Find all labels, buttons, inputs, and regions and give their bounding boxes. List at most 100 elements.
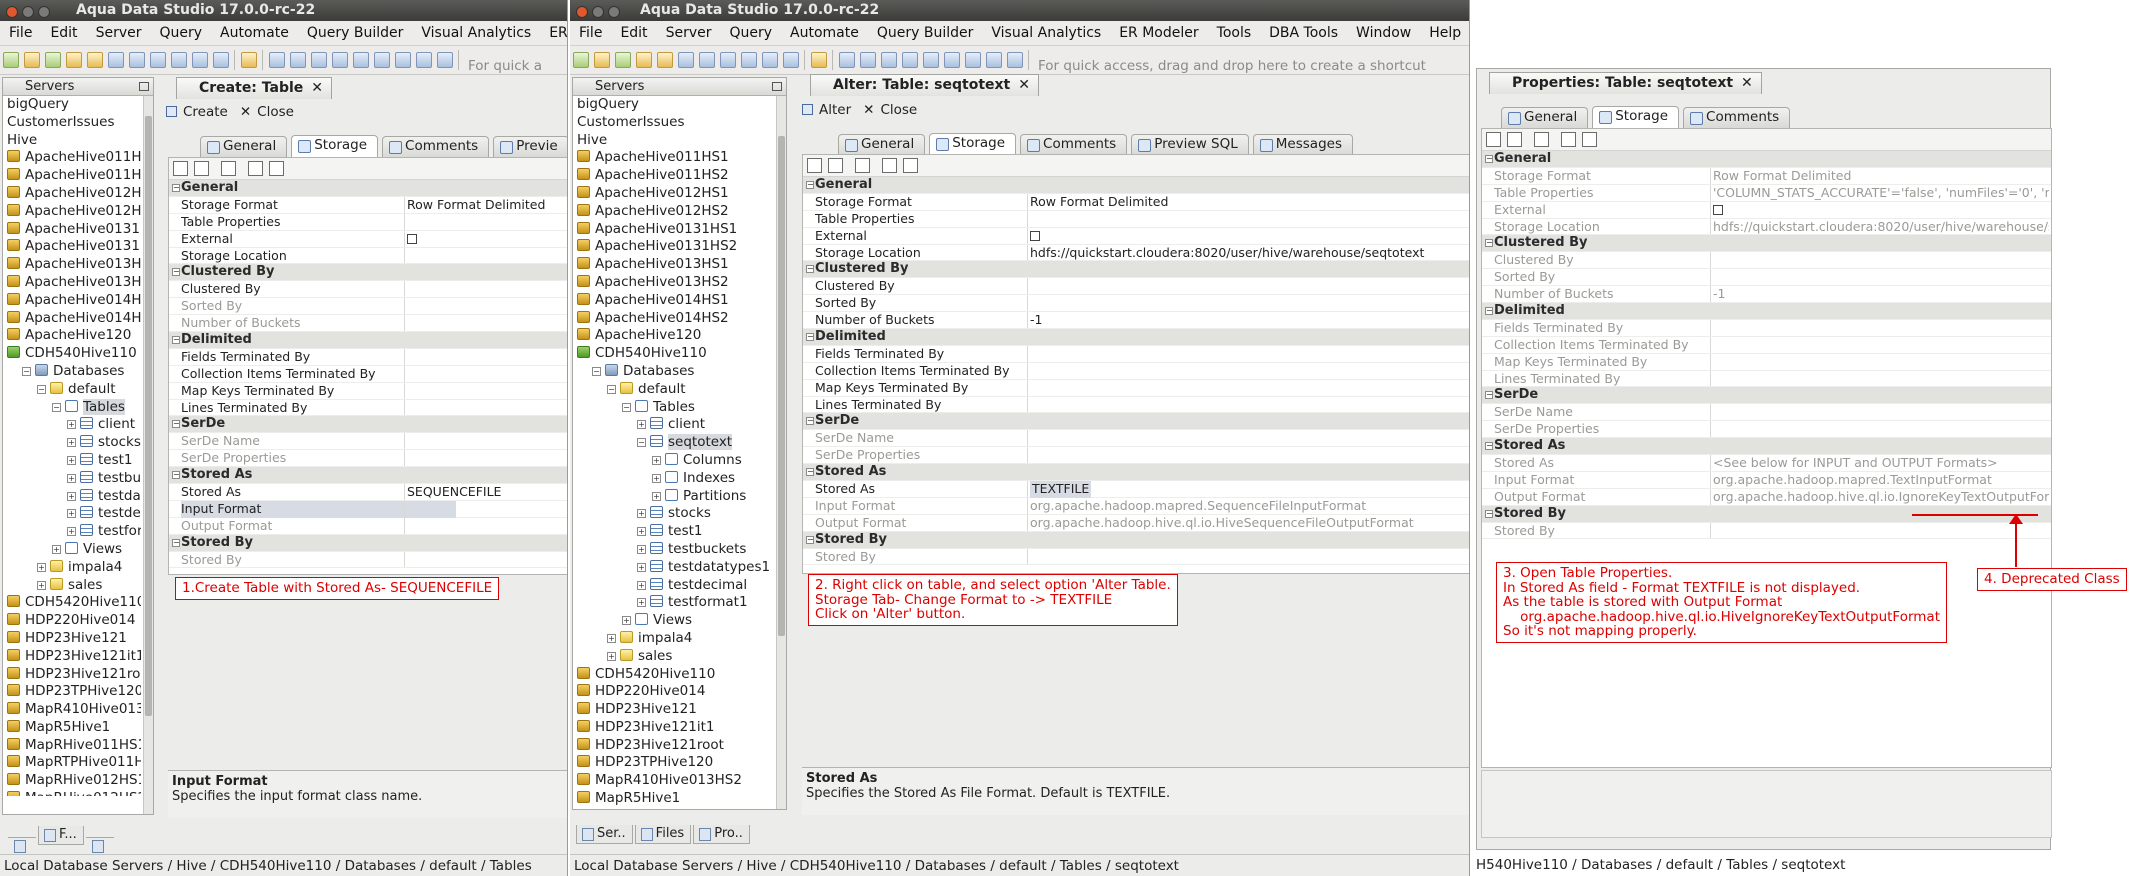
tree-item-apachehive013hs2[interactable]: ApacheHive013HS2 — [573, 274, 773, 292]
property-value[interactable] — [1713, 202, 2049, 220]
sort-icon[interactable] — [194, 161, 209, 176]
collapse-icon[interactable]: − — [1485, 442, 1493, 451]
alter-button[interactable]: Alter — [802, 102, 851, 118]
tree-item-default[interactable]: − default — [3, 381, 141, 399]
property-row[interactable]: Storage Format Row Format Delimited — [803, 193, 1469, 211]
collapse-icon[interactable]: − — [172, 184, 180, 192]
expand-toggle-icon[interactable]: + — [622, 616, 631, 626]
tree-item-apachehive012hs2[interactable]: ApacheHive012HS2 — [3, 203, 141, 221]
menu-visual-analytics[interactable]: Visual Analytics — [982, 21, 1110, 45]
tree-item-hdp220hive014[interactable]: HDP220Hive014 — [573, 683, 773, 701]
property-value[interactable]: org.apache.hadoop.hive.ql.io.IgnoreKeyTe… — [1713, 489, 2049, 506]
toolbar-button-icon[interactable] — [636, 52, 652, 68]
expand-toggle-icon[interactable]: − — [622, 402, 631, 412]
toolbar-button-icon[interactable] — [374, 52, 390, 68]
menu-edit[interactable]: Edit — [41, 21, 86, 45]
categorize-icon[interactable] — [807, 158, 822, 173]
tree-item-apachehive013hs2[interactable]: ApacheHive013HS2 — [3, 274, 141, 292]
property-row[interactable]: Input Format org.apache.hadoop.mapred.Seq… — [803, 497, 1469, 515]
menu-query-builder[interactable]: Query Builder — [868, 21, 983, 45]
property-row[interactable]: Sorted By — [803, 295, 1469, 313]
expand-toggle-icon[interactable]: + — [67, 527, 76, 537]
property-row[interactable]: External — [803, 227, 1469, 246]
tree-item-apachehive012hs2[interactable]: ApacheHive012HS2 — [573, 203, 773, 221]
checkbox[interactable] — [1030, 230, 1040, 241]
collapse-icon[interactable]: − — [806, 535, 814, 544]
property-row[interactable]: Output Format org.apache.hadoop.hive.ql.i… — [1482, 488, 2051, 506]
property-value[interactable] — [407, 231, 565, 249]
close-icon[interactable]: ✕ — [1018, 77, 1030, 93]
expand-toggle-icon[interactable]: + — [607, 633, 616, 643]
tree-item-views[interactable]: + Views — [3, 541, 141, 559]
dock-icon[interactable] — [139, 82, 149, 91]
toolbar-button-icon[interactable] — [332, 52, 348, 68]
tree-item-hdp23hive121[interactable]: HDP23Hive121 — [573, 701, 773, 719]
property-value[interactable] — [1030, 228, 1467, 246]
tree-item-mapr5hive1[interactable]: MapR5Hive1 — [3, 719, 141, 737]
collapse-icon[interactable]: − — [1485, 391, 1493, 400]
property-row[interactable]: Fields Terminated By — [803, 345, 1469, 363]
toolbar-button-icon[interactable] — [657, 52, 673, 68]
tree-item-databases[interactable]: − Databases — [3, 363, 141, 381]
toolbar-button-icon[interactable] — [395, 52, 411, 68]
expand-toggle-icon[interactable]: − — [37, 384, 46, 394]
property-row[interactable]: Stored As <See below for INPUT and OUTPUT… — [1482, 455, 2051, 472]
tree-item-stocks[interactable]: + stocks — [3, 434, 141, 452]
expand-toggle-icon[interactable]: + — [52, 544, 61, 554]
property-row[interactable]: Clustered By — [1482, 252, 2051, 270]
property-value[interactable]: <See below for INPUT and OUTPUT Formats> — [1713, 455, 2049, 472]
toolbar-button-icon[interactable] — [860, 52, 876, 68]
tree-item-mapr410hive013hs2[interactable]: MapR410Hive013HS2 — [573, 772, 773, 790]
collapse-icon[interactable]: − — [806, 265, 814, 274]
checkbox[interactable] — [407, 233, 417, 244]
toolbar-button-icon[interactable] — [3, 52, 19, 68]
tree-item-maprhive012hs2[interactable]: MapRHive012HS2 — [3, 790, 141, 796]
tree-item-apachehive0131hs2[interactable]: ApacheHive0131HS2 — [3, 238, 141, 256]
tree-item-apachehive014hs1[interactable]: ApacheHive014HS1 — [573, 292, 773, 310]
collapse-icon[interactable]: − — [172, 268, 180, 277]
property-category[interactable]: − Delimited — [803, 329, 1469, 346]
tree-item-default[interactable]: − default — [573, 381, 773, 399]
tab-comments[interactable]: Comments — [1020, 134, 1128, 155]
property-row[interactable]: Table Properties — [803, 210, 1469, 228]
menu-window[interactable]: Window — [1347, 21, 1420, 45]
collapse-icon[interactable]: − — [172, 471, 180, 480]
property-row[interactable]: Lines Terminated By — [169, 399, 567, 417]
tree-item-hdp23hive121[interactable]: HDP23Hive121 — [3, 630, 141, 648]
property-row[interactable]: Input Format org.apache.hadoop.mapred.Tex… — [1482, 471, 2051, 489]
expand-toggle-icon[interactable]: + — [67, 509, 76, 519]
expand-toggle-icon[interactable]: + — [637, 544, 646, 554]
tree-item-hive[interactable]: Hive — [573, 132, 773, 150]
property-value[interactable]: Row Format Delimited — [407, 197, 565, 214]
tree-item-apachehive013hs1[interactable]: ApacheHive013HS1 — [573, 256, 773, 274]
tree-item-client[interactable]: + client — [3, 416, 141, 434]
tree-item-apachehive014hs2[interactable]: ApacheHive014HS2 — [573, 310, 773, 328]
tree-item-customerissues[interactable]: CustomerIssues — [3, 114, 141, 132]
tree-item-tables[interactable]: − Tables — [3, 398, 141, 417]
tree-item-tables[interactable]: − Tables — [573, 399, 773, 417]
property-category[interactable]: − Stored By — [169, 534, 567, 552]
tree-item-hdp23hive121root[interactable]: HDP23Hive121root — [573, 737, 773, 755]
toolbar-button-icon[interactable] — [269, 52, 285, 68]
property-row[interactable]: Storage Format Row Format Delimited — [169, 196, 567, 214]
expand-toggle-icon[interactable]: + — [67, 438, 76, 448]
expand-toggle-icon[interactable]: − — [52, 402, 61, 412]
property-category[interactable]: − Stored By — [803, 531, 1469, 549]
property-value[interactable]: Row Format Delimited — [1713, 168, 2049, 185]
property-row[interactable]: External — [169, 230, 567, 249]
tree-item-maprtphive011hs2[interactable]: MapRTPHive011HS2 — [3, 754, 141, 772]
menu-er-modeler[interactable]: ER Modeler — [540, 21, 567, 45]
toolbar-button-icon[interactable] — [699, 52, 715, 68]
close-icon[interactable]: ✕ — [1741, 75, 1753, 91]
toolbar-button-icon[interactable] — [839, 52, 855, 68]
property-row[interactable]: Map Keys Terminated By — [169, 382, 567, 400]
toolbar-button-icon[interactable] — [150, 52, 166, 68]
tree-item-sales[interactable]: + sales — [3, 577, 141, 595]
tree-item-impala4[interactable]: + impala4 — [3, 559, 141, 577]
expand-toggle-icon[interactable]: + — [652, 491, 661, 501]
property-row[interactable]: Collection Items Terminated By — [1482, 336, 2051, 354]
expand-toggle-icon[interactable]: + — [37, 580, 46, 590]
tree-item-cdh540hive110[interactable]: CDH540Hive110 — [3, 345, 141, 363]
toolbar-button-icon[interactable] — [171, 52, 187, 68]
toolbar-button-icon[interactable] — [986, 52, 1002, 68]
